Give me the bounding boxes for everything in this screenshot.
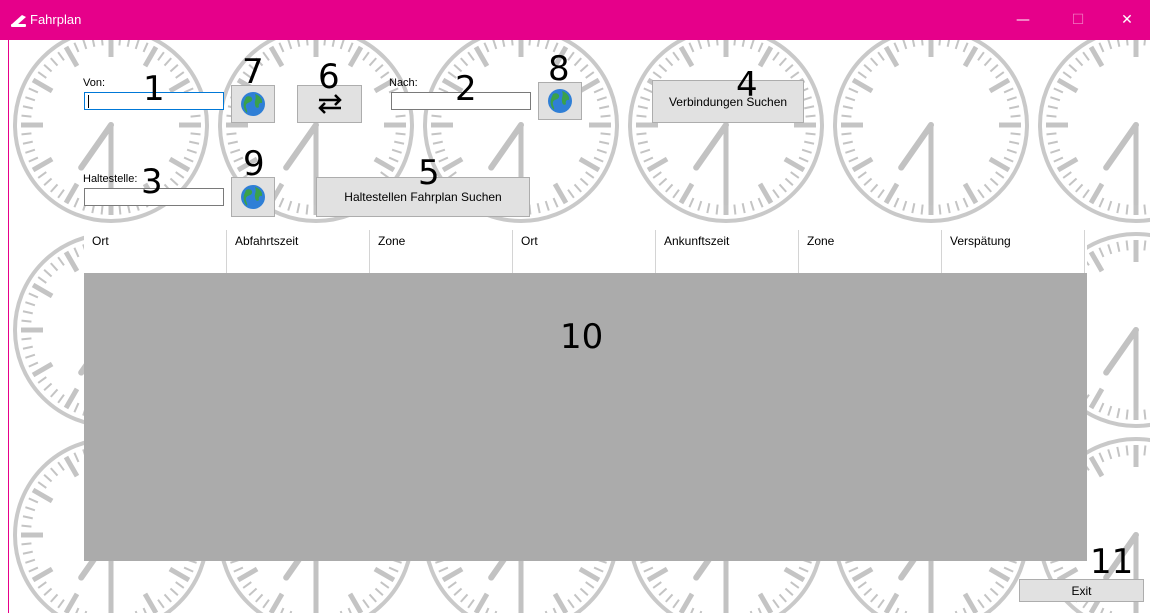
column-header-zone-ankunft[interactable]: Zone [799, 230, 942, 252]
minimize-button[interactable]: — [1000, 0, 1046, 40]
results-grid[interactable]: Ort Abfahrtszeit Zone Ort Ankunftszeit Z… [84, 230, 1087, 561]
clock-face [1038, 40, 1150, 223]
annotation-number: 6 [318, 57, 340, 97]
von-label: Von: [83, 77, 106, 89]
table-cell[interactable] [227, 252, 370, 273]
globe-icon [548, 89, 572, 113]
swap-arrows-icon [317, 94, 342, 114]
annotation-number: 11 [1090, 542, 1134, 582]
table-cell[interactable] [942, 252, 1085, 273]
column-header-ankunftszeit[interactable]: Ankunftszeit [656, 230, 799, 252]
annotation-number: 3 [141, 162, 163, 202]
table-cell[interactable] [513, 252, 656, 273]
column-header-ort[interactable]: Ort [84, 230, 227, 252]
annotation-number: 2 [455, 69, 477, 109]
close-button[interactable]: ✕ [1104, 0, 1150, 40]
text-caret [88, 95, 89, 109]
globe-icon [241, 92, 265, 116]
table-cell[interactable] [370, 252, 513, 273]
column-header-abfahrtszeit[interactable]: Abfahrtszeit [227, 230, 370, 252]
column-header-zone[interactable]: Zone [370, 230, 513, 252]
annotation-number: 4 [736, 65, 758, 105]
haltestelle-label: Haltestelle: [83, 173, 138, 185]
clock-face [628, 40, 824, 223]
annotation-number: 10 [560, 317, 604, 357]
column-header-verspaetung[interactable]: Verspätung [942, 230, 1085, 252]
clock-face [833, 40, 1029, 223]
maximize-button[interactable]: ☐ [1055, 0, 1101, 40]
verbindungen-suchen-button[interactable]: Verbindungen Suchen [652, 80, 804, 123]
grid-header: Ort Abfahrtszeit Zone Ort Ankunftszeit Z… [84, 230, 1087, 253]
table-cell[interactable] [84, 252, 227, 273]
table-cell[interactable] [656, 252, 799, 273]
window-title: Fahrplan [30, 12, 82, 27]
annotation-number: 9 [243, 144, 265, 184]
globe-icon [241, 185, 265, 209]
main-form: Von: Nach: Verbindungen Suchen Haltestel… [8, 40, 1150, 613]
annotation-number: 1 [143, 69, 165, 109]
annotation-number: 7 [242, 52, 264, 92]
app-icon [11, 15, 26, 27]
table-row[interactable] [84, 252, 1087, 273]
column-header-ort-ankunft[interactable]: Ort [513, 230, 656, 252]
title-bar: Fahrplan — ☐ ✕ [0, 0, 1150, 40]
nach-label: Nach: [389, 77, 418, 89]
annotation-number: 5 [418, 153, 440, 193]
table-cell[interactable] [799, 252, 942, 273]
annotation-number: 8 [548, 49, 570, 89]
exit-button[interactable]: Exit [1019, 579, 1144, 602]
